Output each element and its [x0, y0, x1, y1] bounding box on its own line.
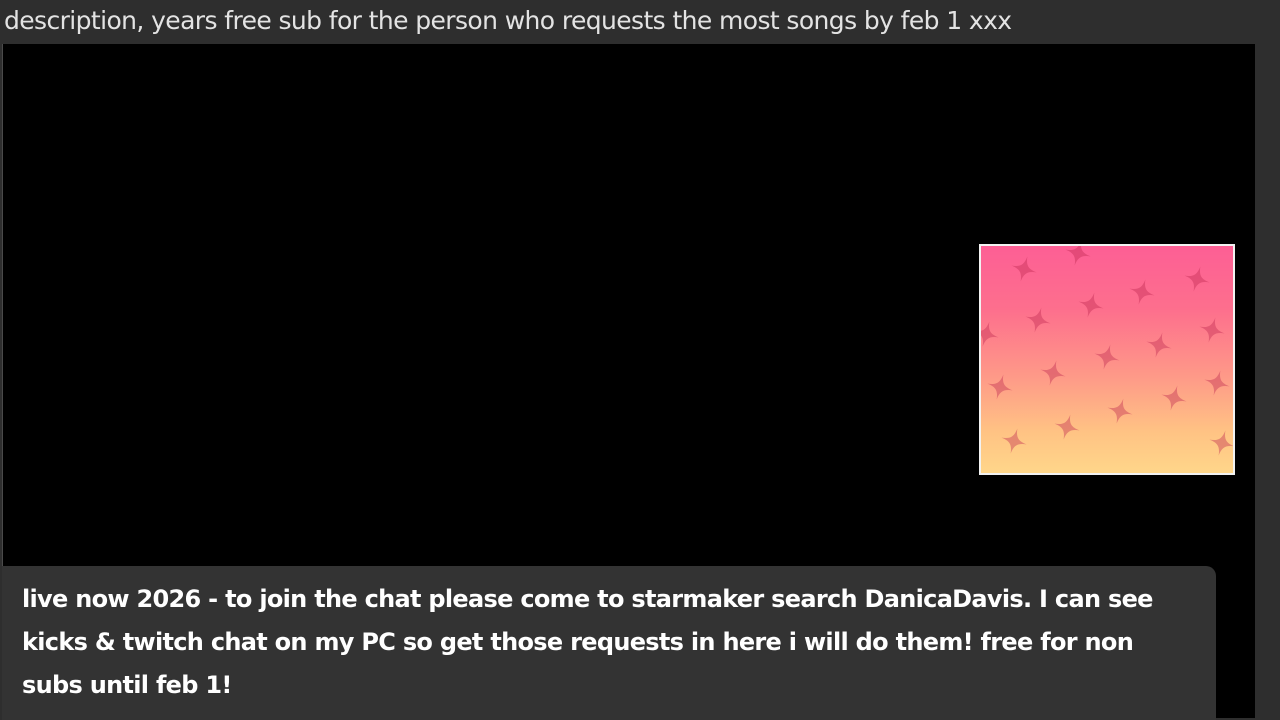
stars-pattern-icon	[981, 246, 1233, 459]
chat-message-box: live now 2026 - to join the chat please …	[2, 566, 1216, 720]
chat-message-text: live now 2026 - to join the chat please …	[22, 585, 1153, 699]
pink-stars-image	[979, 244, 1235, 475]
stream-frame: description, years free sub for the pers…	[0, 0, 1280, 720]
description-ticker: description, years free sub for the pers…	[0, 0, 1280, 44]
ticker-text: description, years free sub for the pers…	[4, 6, 1012, 35]
right-edge-strip	[1256, 44, 1280, 720]
